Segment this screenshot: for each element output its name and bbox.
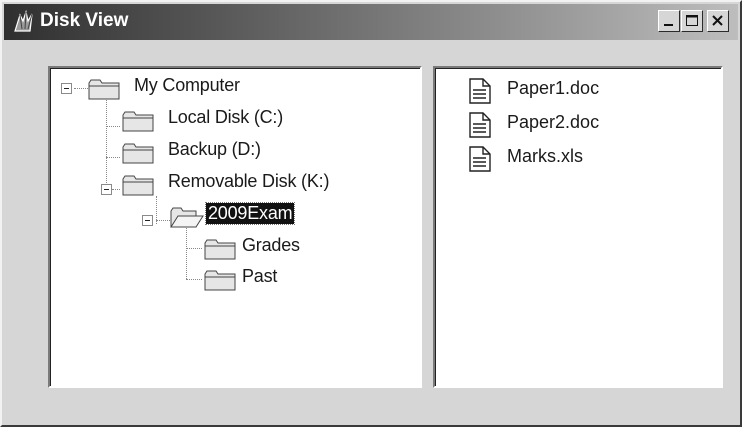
tree-node-backup[interactable]: Backup (D:) [122, 138, 372, 168]
close-button[interactable] [707, 10, 729, 32]
tree-node-label: My Computer [134, 75, 240, 95]
disk-view-window: Disk View My Computer Local Disk (C:) Ba… [0, 0, 742, 427]
folder-icon [122, 110, 154, 137]
tree-connector [186, 279, 202, 280]
file-item-marks[interactable]: Marks.xls [469, 144, 699, 174]
tree-node-removable-disk[interactable]: Removable Disk (K:) [122, 170, 412, 200]
close-icon [712, 15, 723, 26]
maximize-button[interactable] [681, 10, 703, 32]
tree-node-label: Local Disk (C:) [168, 107, 284, 127]
minimize-icon [664, 24, 673, 26]
folder-icon [122, 142, 154, 169]
tree-connector [186, 248, 202, 249]
tree-connector [106, 157, 120, 158]
file-list-pane[interactable]: Paper1.doc Paper2.doc Marks.xls [433, 66, 723, 388]
tree-node-label: Backup (D:) [168, 139, 261, 159]
window-title: Disk View [40, 10, 129, 31]
title-bar[interactable]: Disk View [4, 4, 738, 40]
tree-node-label: Past [242, 266, 278, 286]
tree-connector [156, 220, 170, 221]
folder-icon [122, 174, 154, 201]
document-icon [469, 146, 491, 177]
collapse-toggle[interactable] [61, 83, 72, 94]
app-icon [12, 9, 38, 35]
file-name: Paper2.doc [507, 112, 600, 132]
file-name: Marks.xls [507, 146, 583, 166]
tree-node-2009exam[interactable]: 2009Exam [170, 202, 410, 232]
tree-node-label: 2009Exam [204, 202, 296, 225]
open-folder-icon [170, 206, 204, 233]
document-icon [469, 112, 491, 143]
tree-node-grades[interactable]: Grades [204, 234, 384, 264]
maximize-icon [686, 15, 698, 26]
tree-node-my-computer[interactable]: My Computer [88, 74, 338, 104]
minimize-button[interactable] [658, 10, 680, 32]
collapse-toggle[interactable] [101, 184, 112, 195]
file-item-paper2[interactable]: Paper2.doc [469, 110, 699, 140]
folder-icon [204, 269, 236, 296]
tree-connector [74, 88, 88, 89]
tree-connector [106, 126, 120, 127]
tree-node-local-disk[interactable]: Local Disk (C:) [122, 106, 372, 136]
tree-connector [186, 228, 187, 279]
folder-icon [88, 78, 120, 105]
document-icon [469, 78, 491, 109]
folder-icon [204, 238, 236, 265]
file-item-paper1[interactable]: Paper1.doc [469, 76, 699, 106]
folder-tree-pane[interactable]: My Computer Local Disk (C:) Backup (D:) [48, 66, 422, 388]
tree-node-label: Grades [242, 235, 300, 255]
tree-node-label: Removable Disk (K:) [168, 171, 330, 191]
tree-connector [112, 189, 120, 190]
tree-connector [106, 98, 107, 193]
tree-node-past[interactable]: Past [204, 265, 384, 295]
file-name: Paper1.doc [507, 78, 600, 98]
collapse-toggle[interactable] [142, 215, 153, 226]
